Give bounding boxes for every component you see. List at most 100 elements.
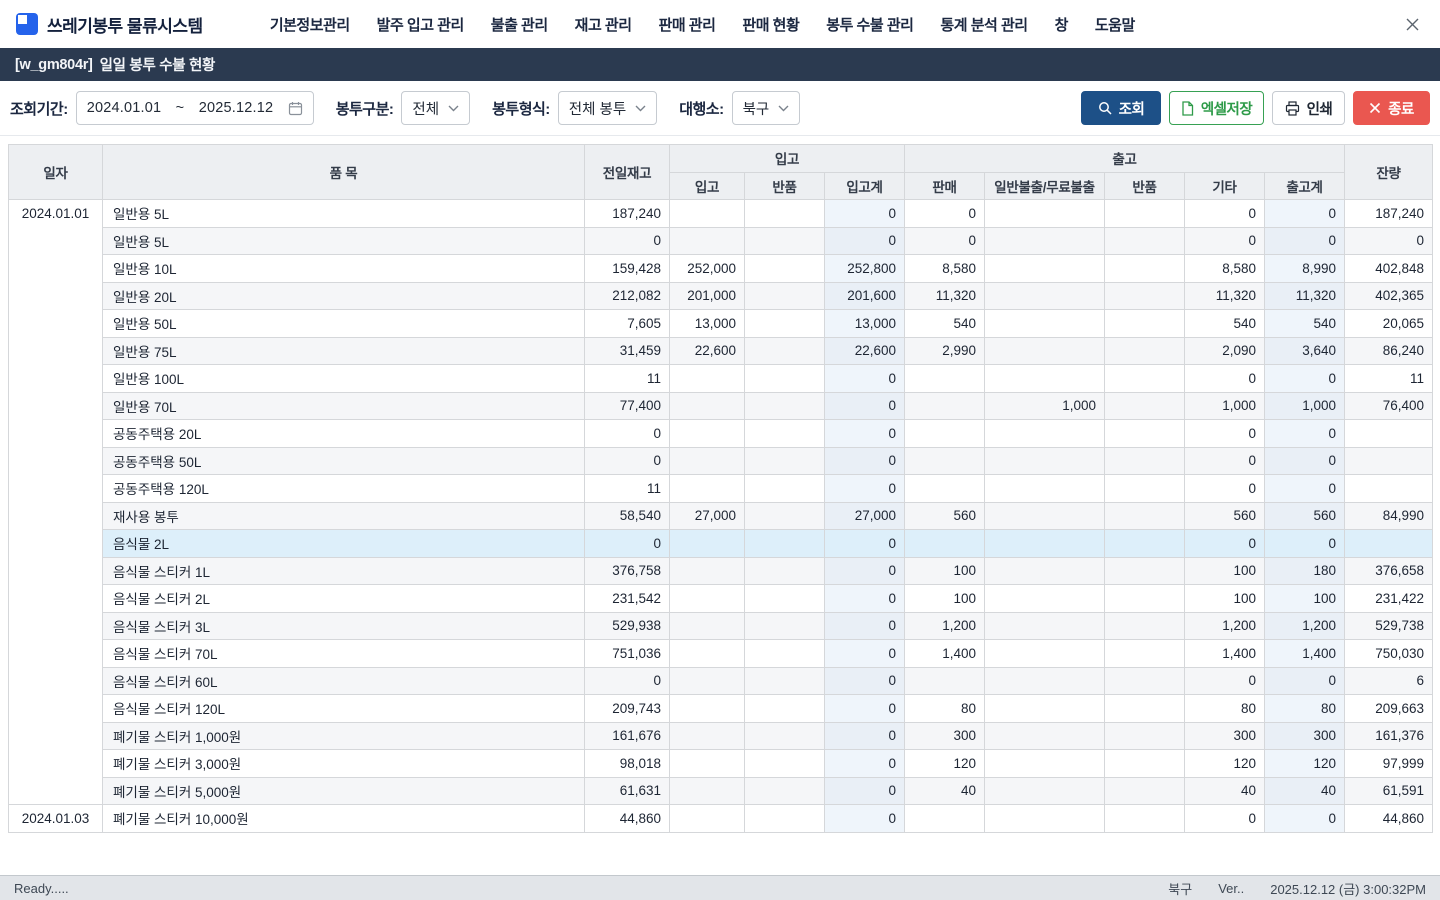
cell-etc[interactable]: 0: [1185, 530, 1265, 558]
cell-intot[interactable]: 0: [825, 227, 905, 255]
calendar-icon[interactable]: [288, 101, 303, 116]
cell-inq[interactable]: [670, 200, 745, 228]
cell-prev[interactable]: 529,938: [585, 612, 670, 640]
cell-outtot[interactable]: 0: [1265, 475, 1345, 503]
cell-remain[interactable]: 187,240: [1345, 200, 1433, 228]
cell-prev[interactable]: 209,743: [585, 695, 670, 723]
cell-sale[interactable]: 1,200: [905, 612, 985, 640]
cell-inq[interactable]: [670, 365, 745, 393]
cell-prev[interactable]: 159,428: [585, 255, 670, 283]
cell-outtot[interactable]: 0: [1265, 420, 1345, 448]
cell-intot[interactable]: 0: [825, 777, 905, 805]
cell-sale[interactable]: 0: [905, 200, 985, 228]
cell-etc[interactable]: 0: [1185, 475, 1265, 503]
cell-outret[interactable]: [1105, 475, 1185, 503]
cell-free[interactable]: [985, 530, 1105, 558]
cell-outret[interactable]: [1105, 640, 1185, 668]
cell-item[interactable]: 일반용 50L: [103, 310, 585, 338]
cell-etc[interactable]: 0: [1185, 420, 1265, 448]
cell-remain[interactable]: 0: [1345, 227, 1433, 255]
cell-free[interactable]: [985, 282, 1105, 310]
cell-outtot[interactable]: 0: [1265, 805, 1345, 833]
cell-free[interactable]: 1,000: [985, 392, 1105, 420]
cell-remain[interactable]: 209,663: [1345, 695, 1433, 723]
menu-item-bag-ledger[interactable]: 봉투 수불 관리: [826, 14, 913, 35]
cell-inq[interactable]: [670, 557, 745, 585]
cell-intot[interactable]: 0: [825, 530, 905, 558]
table-row[interactable]: 음식물 스티커 70L751,03601,4001,4001,400750,03…: [9, 640, 1433, 668]
cell-outret[interactable]: [1105, 365, 1185, 393]
cell-intot[interactable]: 0: [825, 612, 905, 640]
date-to-value[interactable]: 2025.12.12: [199, 100, 274, 116]
table-row[interactable]: 폐기물 스티커 1,000원161,6760300300300161,376: [9, 722, 1433, 750]
cell-free[interactable]: [985, 777, 1105, 805]
cell-prev[interactable]: 161,676: [585, 722, 670, 750]
cell-item[interactable]: 일반용 20L: [103, 282, 585, 310]
cell-inq[interactable]: [670, 475, 745, 503]
date-from-value[interactable]: 2024.01.01: [87, 100, 162, 116]
cell-outret[interactable]: [1105, 227, 1185, 255]
menu-item-dispensing[interactable]: 불출 관리: [491, 14, 548, 35]
cell-inq[interactable]: [670, 750, 745, 778]
cell-inret[interactable]: [745, 750, 825, 778]
cell-outret[interactable]: [1105, 777, 1185, 805]
bag-type-select[interactable]: 전체: [401, 91, 470, 125]
cell-sale[interactable]: 40: [905, 777, 985, 805]
cell-remain[interactable]: 529,738: [1345, 612, 1433, 640]
cell-item[interactable]: 일반용 5L: [103, 200, 585, 228]
table-row[interactable]: 음식물 스티커 60L00006: [9, 667, 1433, 695]
cell-outtot[interactable]: 540: [1265, 310, 1345, 338]
cell-free[interactable]: [985, 475, 1105, 503]
cell-outret[interactable]: [1105, 530, 1185, 558]
cell-item[interactable]: 음식물 스티커 2L: [103, 585, 585, 613]
search-button[interactable]: 조회: [1081, 91, 1161, 125]
cell-item[interactable]: 폐기물 스티커 3,000원: [103, 750, 585, 778]
cell-prev[interactable]: 0: [585, 227, 670, 255]
cell-inret[interactable]: [745, 777, 825, 805]
cell-sale[interactable]: [905, 392, 985, 420]
cell-outret[interactable]: [1105, 255, 1185, 283]
cell-prev[interactable]: 77,400: [585, 392, 670, 420]
cell-outret[interactable]: [1105, 420, 1185, 448]
cell-etc[interactable]: 40: [1185, 777, 1265, 805]
cell-inret[interactable]: [745, 310, 825, 338]
cell-etc[interactable]: 0: [1185, 200, 1265, 228]
cell-remain[interactable]: 11: [1345, 365, 1433, 393]
cell-free[interactable]: [985, 667, 1105, 695]
cell-free[interactable]: [985, 310, 1105, 338]
table-row[interactable]: 음식물 스티커 3L529,93801,2001,2001,200529,738: [9, 612, 1433, 640]
cell-item[interactable]: 음식물 스티커 70L: [103, 640, 585, 668]
cell-inret[interactable]: [745, 585, 825, 613]
cell-sale[interactable]: 0: [905, 227, 985, 255]
cell-free[interactable]: [985, 750, 1105, 778]
cell-inret[interactable]: [745, 420, 825, 448]
cell-remain[interactable]: 376,658: [1345, 557, 1433, 585]
print-button[interactable]: 인쇄: [1272, 91, 1345, 125]
cell-remain[interactable]: 86,240: [1345, 337, 1433, 365]
table-row[interactable]: 일반용 70L77,40001,0001,0001,00076,400: [9, 392, 1433, 420]
cell-intot[interactable]: 0: [825, 695, 905, 723]
cell-remain[interactable]: 97,999: [1345, 750, 1433, 778]
cell-etc[interactable]: 100: [1185, 557, 1265, 585]
cell-sale[interactable]: 8,580: [905, 255, 985, 283]
cell-outret[interactable]: [1105, 612, 1185, 640]
cell-remain[interactable]: [1345, 447, 1433, 475]
cell-outtot[interactable]: 11,320: [1265, 282, 1345, 310]
cell-sale[interactable]: 560: [905, 502, 985, 530]
cell-free[interactable]: [985, 447, 1105, 475]
cell-outtot[interactable]: 0: [1265, 200, 1345, 228]
cell-inq[interactable]: [670, 585, 745, 613]
cell-item[interactable]: 일반용 70L: [103, 392, 585, 420]
cell-remain[interactable]: 402,848: [1345, 255, 1433, 283]
cell-free[interactable]: [985, 255, 1105, 283]
cell-outtot[interactable]: 120: [1265, 750, 1345, 778]
cell-prev[interactable]: 7,605: [585, 310, 670, 338]
excel-save-button[interactable]: 엑셀저장: [1169, 91, 1264, 125]
cell-prev[interactable]: 44,860: [585, 805, 670, 833]
cell-intot[interactable]: 0: [825, 557, 905, 585]
cell-item[interactable]: 일반용 5L: [103, 227, 585, 255]
cell-etc[interactable]: 540: [1185, 310, 1265, 338]
cell-sale[interactable]: 100: [905, 585, 985, 613]
cell-prev[interactable]: 58,540: [585, 502, 670, 530]
cell-inret[interactable]: [745, 365, 825, 393]
